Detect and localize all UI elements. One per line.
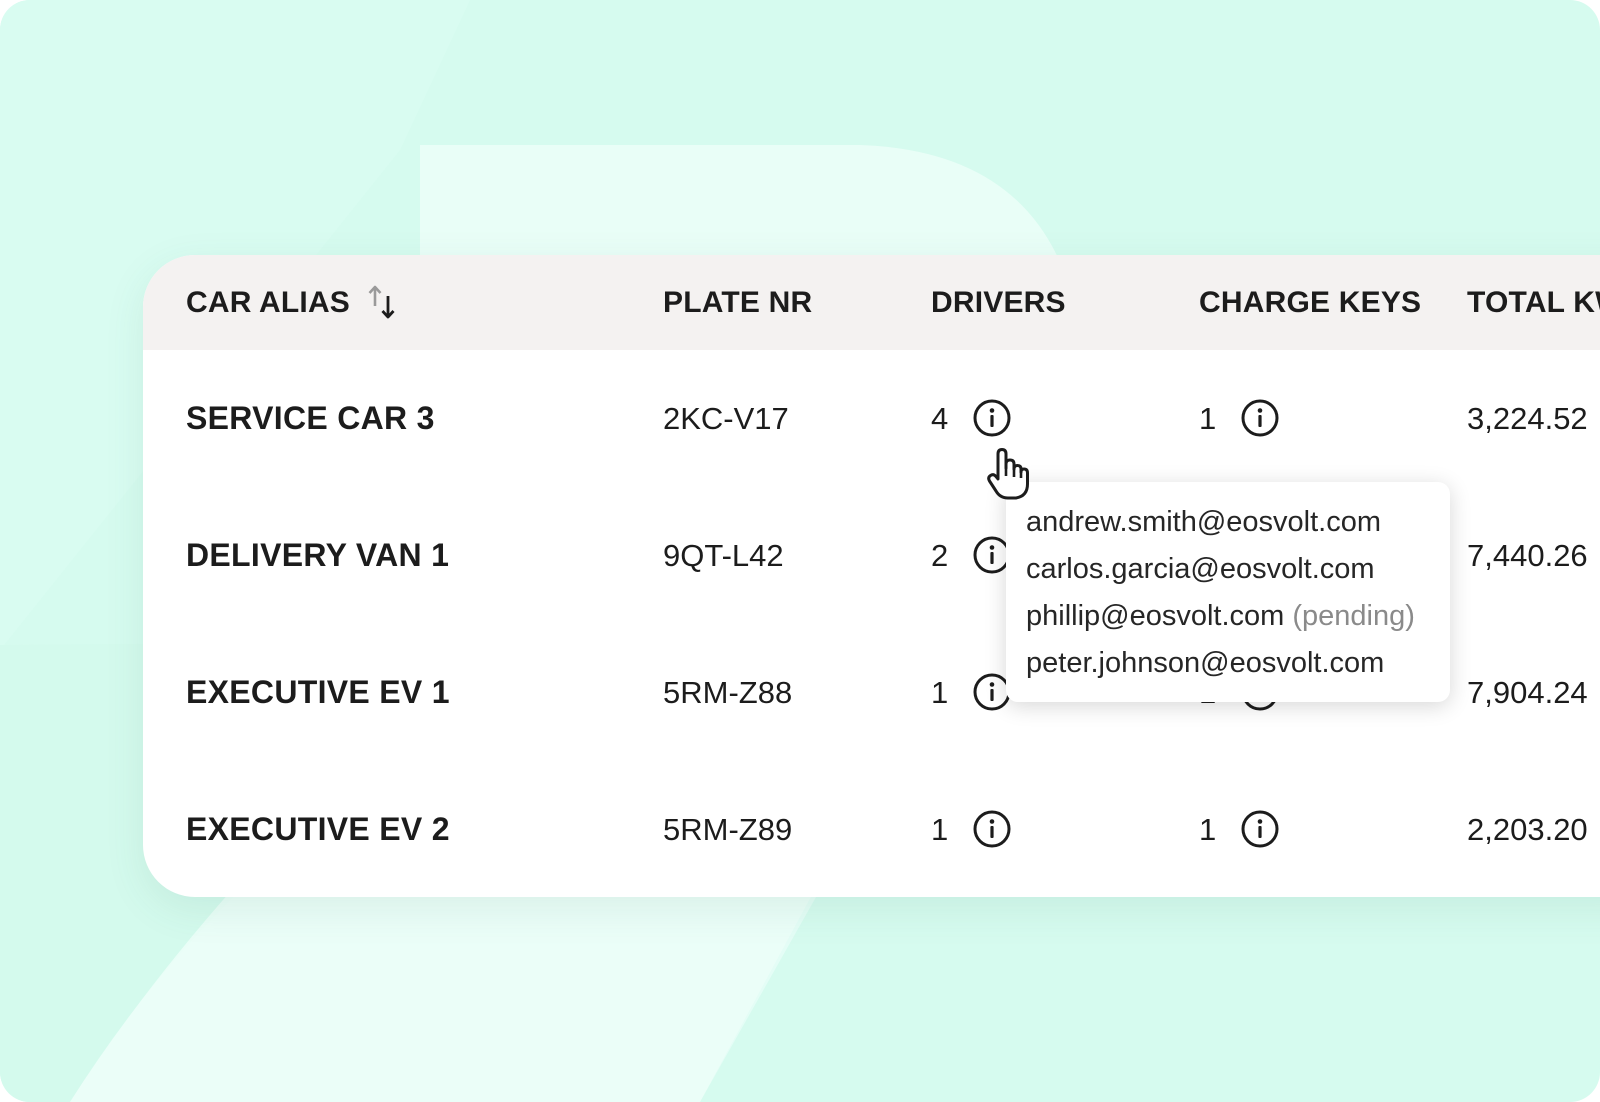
drivers-count: 1 bbox=[931, 812, 949, 847]
column-header-drivers[interactable]: DRIVERS bbox=[931, 255, 1066, 350]
charge-keys-info-icon[interactable] bbox=[1240, 398, 1280, 438]
driver-email: phillip@eosvolt.com (pending) bbox=[1026, 592, 1415, 640]
driver-email-text: carlos.garcia@eosvolt.com bbox=[1026, 553, 1375, 585]
pending-status-label: (pending) bbox=[1292, 600, 1415, 632]
drivers-info-icon[interactable] bbox=[972, 398, 1012, 438]
car-alias-cell: DELIVERY VAN 1 bbox=[186, 537, 450, 573]
total-kwh-cell: 2,203.20 bbox=[1467, 812, 1588, 847]
car-alias-cell: EXECUTIVE EV 2 bbox=[186, 811, 450, 847]
charge-keys-count: 1 bbox=[1199, 401, 1217, 436]
drivers-count: 4 bbox=[931, 401, 949, 436]
plate-cell: 5RM-Z88 bbox=[663, 675, 793, 710]
drivers-count: 1 bbox=[931, 675, 949, 710]
driver-email-text: peter.johnson@eosvolt.com bbox=[1026, 647, 1385, 679]
driver-email: carlos.garcia@eosvolt.com bbox=[1026, 545, 1375, 593]
table-header: CAR ALIAS PLATE NR DRIVERS CHARGE KEYS T… bbox=[143, 255, 1600, 350]
charge-keys-info-icon[interactable] bbox=[1240, 809, 1280, 849]
charge-keys-count: 1 bbox=[1199, 812, 1217, 847]
total-kwh-cell: 3,224.52 bbox=[1467, 401, 1588, 436]
sort-arrows-icon[interactable] bbox=[367, 284, 397, 322]
column-header-charge-keys[interactable]: CHARGE KEYS bbox=[1199, 255, 1421, 350]
driver-email-text: phillip@eosvolt.com bbox=[1026, 600, 1285, 632]
hand-pointer-icon bbox=[987, 448, 1029, 500]
table-row: EXECUTIVE EV 2 5RM-Z89 1 1 2,203.20 bbox=[143, 761, 1600, 897]
car-alias-cell: SERVICE CAR 3 bbox=[186, 400, 435, 436]
drivers-count: 2 bbox=[931, 538, 949, 573]
total-kwh-cell: 7,904.24 bbox=[1467, 675, 1588, 710]
drivers-tooltip: andrew.smith@eosvolt.com carlos.garcia@e… bbox=[1006, 482, 1450, 702]
plate-cell: 9QT-L42 bbox=[663, 538, 784, 573]
plate-cell: 2KC-V17 bbox=[663, 401, 789, 436]
column-header-plate-nr[interactable]: PLATE NR bbox=[663, 255, 812, 350]
drivers-info-icon[interactable] bbox=[972, 809, 1012, 849]
total-kwh-cell: 7,440.26 bbox=[1467, 538, 1588, 573]
column-header-car-alias[interactable]: CAR ALIAS bbox=[186, 255, 350, 350]
screenshot-background: CAR ALIAS PLATE NR DRIVERS CHARGE KEYS T… bbox=[0, 0, 1600, 1102]
column-header-total-kwh[interactable]: TOTAL KWH bbox=[1467, 255, 1600, 350]
plate-cell: 5RM-Z89 bbox=[663, 812, 793, 847]
driver-email-text: andrew.smith@eosvolt.com bbox=[1026, 506, 1382, 538]
driver-email: andrew.smith@eosvolt.com bbox=[1026, 498, 1381, 546]
car-alias-cell: EXECUTIVE EV 1 bbox=[186, 674, 450, 710]
table-row: SERVICE CAR 3 2KC-V17 4 1 3,224.52 bbox=[143, 350, 1600, 487]
driver-email: peter.johnson@eosvolt.com bbox=[1026, 639, 1384, 687]
